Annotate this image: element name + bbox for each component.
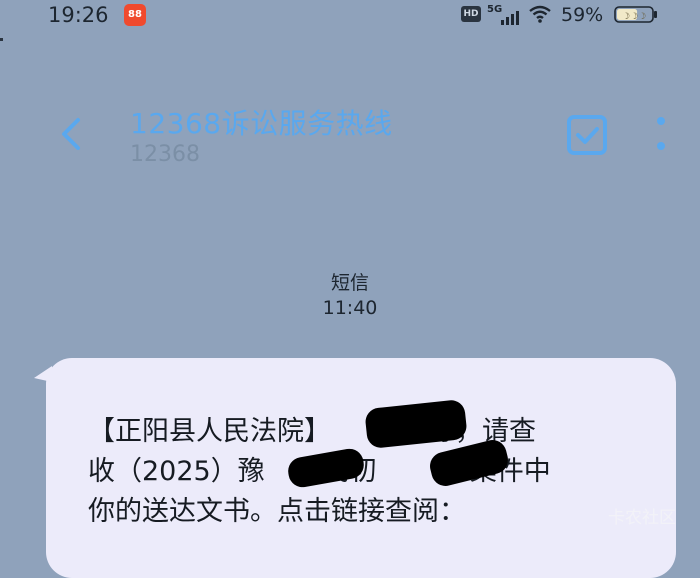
message-line3: 你的送达文书。点击链接查阅：	[88, 496, 466, 527]
edge-marker	[0, 38, 3, 41]
back-arrow-icon[interactable]	[56, 116, 86, 152]
message-timestamp: 11:40	[322, 297, 378, 319]
svg-text:5G: 5G	[487, 4, 502, 15]
hd-icon: HD	[461, 6, 481, 22]
select-checkbox-icon[interactable]	[566, 114, 608, 156]
battery-icon: ☽☽☽	[614, 6, 657, 23]
status-time: 19:26	[48, 3, 109, 27]
battery-percent: 59%	[561, 4, 604, 26]
app-badge-icon: 88	[124, 4, 146, 26]
watermark-text: 卡农社区	[608, 508, 676, 528]
svg-text:☽☽☽: ☽☽☽	[622, 12, 646, 22]
message-line1: 【正阳县人民法院】	[88, 416, 331, 447]
status-bar: 19:26 88 HD 5G 59% ☽☽☽	[0, 0, 700, 32]
message-line2-prefix: 收（2025）豫	[88, 456, 265, 487]
contact-title: 12368诉讼服务热线	[130, 107, 393, 140]
wifi-icon	[529, 5, 551, 23]
message-type-label: 短信	[330, 272, 369, 294]
contact-number: 12368	[130, 142, 200, 167]
more-options-icon[interactable]	[655, 116, 667, 154]
signal-icon: 5G	[487, 4, 519, 25]
